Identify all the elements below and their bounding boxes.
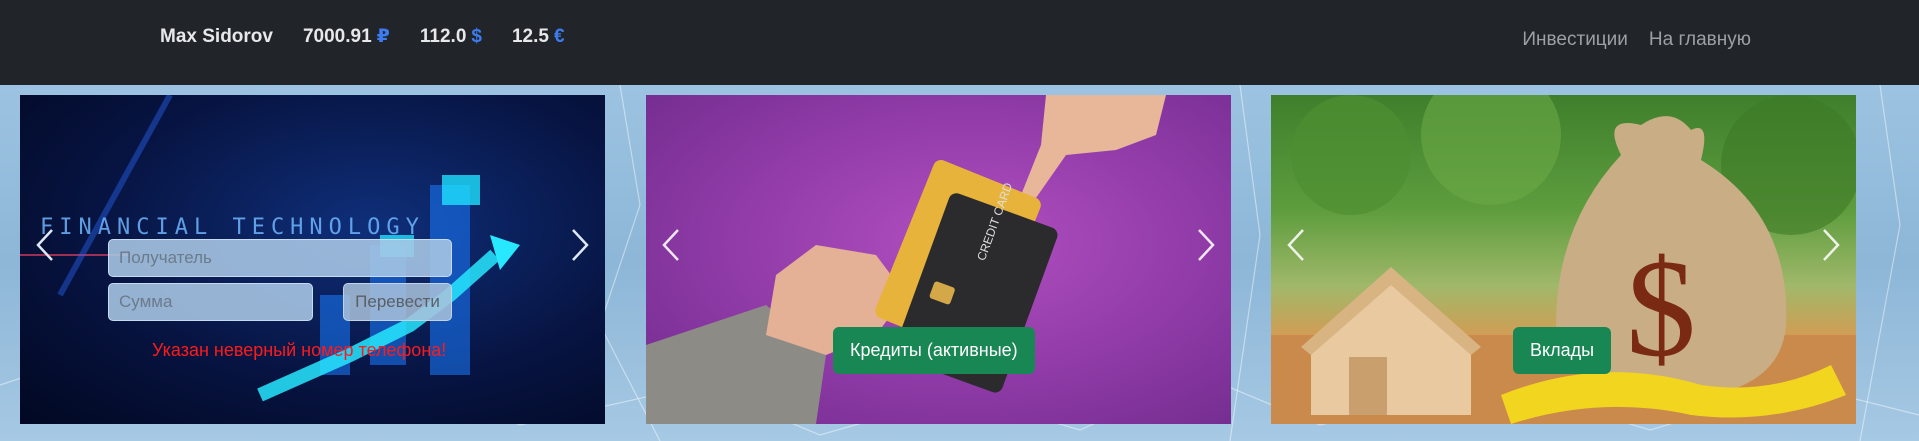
balance-amount: 112.0 — [419, 25, 467, 47]
balance-amount: 7000.91 — [302, 26, 372, 47]
carousel-next-arrow[interactable] — [1191, 215, 1221, 275]
nav-link-home[interactable]: На главную — [1649, 29, 1751, 51]
balance-eur: 12.5 € — [512, 26, 565, 48]
credits-carousel: CREDIT CARD Кредиты (активные) — [646, 95, 1231, 424]
deposits-button[interactable]: Вклады — [1513, 327, 1612, 374]
currency-symbol: ₽ — [376, 26, 390, 47]
carousel-prev-arrow[interactable] — [1281, 215, 1311, 275]
credit-cards-image: CREDIT CARD — [646, 95, 1166, 424]
nav-links: Инвестиции На главную — [1522, 29, 1751, 51]
chevron-right-icon — [1823, 229, 1840, 261]
deposits-carousel: $ Вклады — [1271, 95, 1856, 424]
carousel-prev-arrow[interactable] — [656, 215, 686, 275]
carousel-prev-arrow[interactable] — [30, 215, 60, 275]
money-bag-image: $ — [1271, 95, 1856, 424]
fintech-title-text: FINANCIAL TECHNOLOGY — [40, 215, 425, 240]
chevron-left-icon — [1287, 229, 1304, 261]
amount-input[interactable] — [108, 283, 313, 321]
credits-button[interactable]: Кредиты (активные) — [833, 327, 1035, 374]
balance-amount: 12.5 — [511, 25, 549, 47]
carousel-next-arrow[interactable] — [565, 215, 595, 275]
nav-link-investments[interactable]: Инвестиции — [1522, 29, 1628, 51]
currency-symbol: $ — [471, 25, 482, 47]
balance-usd: 112.0 $ — [420, 26, 482, 48]
top-navbar: Max Sidorov 7000.91 ₽ 112.0 $ 12.5 € Инвест… — [0, 0, 1919, 85]
error-message: Указан неверный номер телефона! — [152, 340, 447, 360]
chevron-left-icon — [36, 229, 53, 261]
chevron-right-icon — [1198, 229, 1215, 261]
carousel-next-arrow[interactable] — [1816, 215, 1846, 275]
user-name: Max Sidorov — [160, 25, 273, 47]
user-info: Max Sidorov 7000.91 ₽ 112.0 $ 12.5 € — [160, 25, 565, 48]
dollar-sign: $ — [1626, 231, 1696, 386]
currency-symbol: € — [553, 25, 565, 47]
transfer-carousel: FINANCIAL TECHNOLOGY Перевести Указан не… — [20, 95, 605, 424]
send-button[interactable]: Перевести — [343, 283, 452, 321]
balance-rub: 7000.91 ₽ — [303, 25, 390, 48]
recipient-input[interactable] — [108, 239, 452, 277]
chevron-right-icon — [572, 229, 589, 261]
chevron-left-icon — [662, 229, 679, 261]
